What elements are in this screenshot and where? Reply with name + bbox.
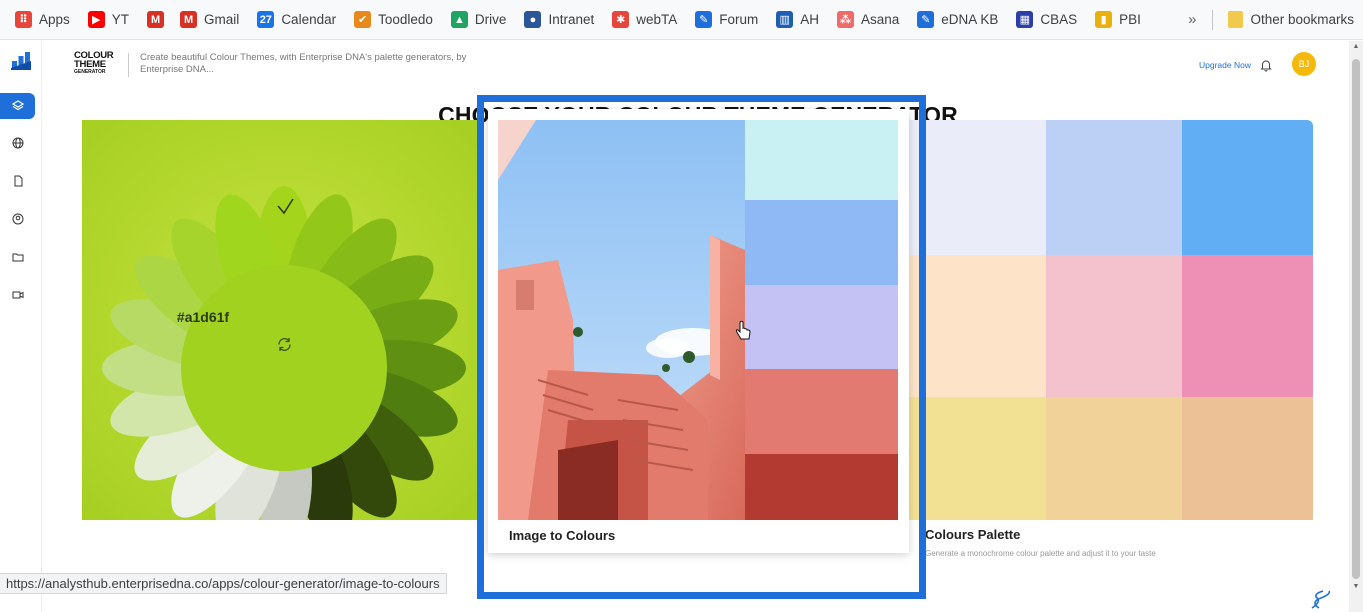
bookmark-edna-kb[interactable]: ✎ eDNA KB bbox=[908, 6, 1007, 34]
bookmark-label: Calendar bbox=[281, 12, 337, 27]
header-divider bbox=[128, 53, 129, 77]
drive-icon: ▲ bbox=[450, 11, 468, 28]
rail-globe-button[interactable] bbox=[0, 130, 35, 156]
palette-cell bbox=[1046, 397, 1182, 520]
logo-line-2: THEME bbox=[74, 58, 106, 70]
bookmark-yt[interactable]: ▶ YT bbox=[79, 6, 138, 34]
bookmark-label: Apps bbox=[39, 12, 70, 27]
palette-cell bbox=[1182, 397, 1313, 520]
bookmarks-separator bbox=[1212, 9, 1214, 30]
bell-icon[interactable] bbox=[1259, 58, 1273, 72]
asana-icon: ⁂ bbox=[837, 11, 855, 28]
scroll-thumb[interactable] bbox=[1352, 59, 1360, 579]
bookmark-label: PBI bbox=[1119, 12, 1141, 27]
bookmark-label: Asana bbox=[861, 12, 900, 27]
bookmark-webta[interactable]: ✱ webTA bbox=[603, 6, 686, 34]
user-avatar[interactable]: BJ bbox=[1292, 52, 1316, 76]
page-scrollbar[interactable]: ▲ ▼ bbox=[1349, 41, 1363, 612]
video-icon bbox=[12, 291, 23, 299]
youtube-icon: ▶ bbox=[87, 11, 105, 28]
globe-icon: ● bbox=[524, 11, 542, 28]
apps-grid-icon: ⠿ bbox=[15, 11, 32, 28]
user-circle-icon bbox=[12, 213, 23, 225]
colours-palette-description: Generate a monochrome colour palette and… bbox=[925, 549, 1156, 558]
bookmark-apps[interactable]: ⠿ Apps bbox=[0, 6, 79, 34]
gmail-icon: M bbox=[180, 11, 198, 28]
scroll-down-arrow-icon[interactable]: ▼ bbox=[1352, 583, 1360, 591]
calendar-icon: 27 bbox=[257, 11, 275, 28]
rail-user-button[interactable] bbox=[0, 206, 35, 232]
pin-icon: ✎ bbox=[917, 11, 935, 28]
bookmark-label: Forum bbox=[719, 12, 759, 27]
folder-icon bbox=[1228, 11, 1244, 28]
bookmark-label: eDNA KB bbox=[941, 12, 999, 27]
rail-document-button[interactable] bbox=[0, 168, 35, 194]
folder-icon bbox=[12, 253, 23, 262]
centre-colour-circle bbox=[181, 265, 387, 471]
bookmark-label: Intranet bbox=[548, 12, 595, 27]
refresh-icon[interactable] bbox=[276, 336, 293, 353]
bookmark-intranet[interactable]: ● Intranet bbox=[515, 6, 603, 34]
other-bookmarks-label: Other bookmarks bbox=[1250, 12, 1354, 27]
enterprise-dna-logo-icon[interactable] bbox=[11, 51, 31, 71]
bookmark-label: webTA bbox=[636, 12, 678, 27]
bookmark-cbas[interactable]: ▦ CBAS bbox=[1007, 6, 1086, 34]
palette-cell bbox=[1182, 120, 1313, 255]
check-icon: ✔ bbox=[354, 11, 372, 28]
status-bar-url: https://analysthub.enterprisedna.co/apps… bbox=[0, 573, 447, 594]
powerbi-icon: ▮ bbox=[1095, 11, 1113, 28]
palette-cell bbox=[1182, 255, 1313, 397]
bookmark-asana[interactable]: ⁂ Asana bbox=[828, 6, 908, 34]
colours-palette-card[interactable] bbox=[900, 120, 1313, 520]
bookmark-label: Gmail bbox=[204, 12, 240, 27]
bookmark-pbi[interactable]: ▮ PBI bbox=[1086, 6, 1150, 34]
bookmarks-bar: ⠿ Apps ▶ YT M M Gmail 27 Calendar ✔ Toodledo ▲ Drive… bbox=[0, 0, 1363, 40]
bookmark-ah[interactable]: ▥ AH bbox=[767, 6, 828, 34]
scroll-up-arrow-icon[interactable]: ▲ bbox=[1352, 43, 1360, 51]
globe-icon bbox=[12, 137, 23, 149]
colour-theme-generator-logo[interactable]: COLOUR THEME GENERATOR bbox=[74, 51, 120, 78]
upgrade-now-link[interactable]: Upgrade Now bbox=[1199, 60, 1251, 70]
gmail-icon: M bbox=[147, 11, 165, 28]
bookmark-label: AH bbox=[800, 12, 820, 27]
palette-cell bbox=[1046, 255, 1182, 397]
bookmark-toodledo[interactable]: ✔ Toodledo bbox=[345, 6, 442, 34]
grid-icon: ▦ bbox=[1016, 11, 1034, 28]
logo-line-3: GENERATOR bbox=[74, 69, 106, 75]
hand-pointer-icon bbox=[735, 320, 751, 340]
rail-folder-button[interactable] bbox=[0, 244, 35, 270]
bookmark-drive[interactable]: ▲ Drive bbox=[442, 6, 516, 34]
bookmark-label: Drive bbox=[474, 12, 507, 27]
bookmark-label: YT bbox=[111, 12, 130, 27]
bookmark-gmail-short[interactable]: M bbox=[138, 6, 171, 34]
dots-icon: ✱ bbox=[612, 11, 630, 28]
dna-helix-icon[interactable] bbox=[1309, 590, 1333, 610]
rail-video-button[interactable] bbox=[0, 282, 35, 308]
bookmarks-overflow-button[interactable]: » bbox=[1178, 11, 1206, 28]
bookmark-label: Toodledo bbox=[378, 12, 433, 27]
current-hex-label: #a1d61f bbox=[176, 309, 230, 325]
header-tagline: Create beautiful Colour Themes, with Ent… bbox=[140, 52, 467, 75]
colours-palette-caption: Colours Palette bbox=[925, 527, 1021, 542]
chart-icon: ▥ bbox=[776, 11, 794, 28]
bookmark-gmail[interactable]: M Gmail bbox=[171, 6, 248, 34]
highlight-frame bbox=[477, 95, 926, 599]
palette-cell bbox=[1046, 120, 1182, 255]
bookmark-calendar[interactable]: 27 Calendar bbox=[248, 6, 345, 34]
bookmark-label: CBAS bbox=[1040, 12, 1078, 27]
pin-icon: ✎ bbox=[695, 11, 713, 28]
document-icon bbox=[14, 175, 22, 187]
bookmark-forum[interactable]: ✎ Forum bbox=[686, 6, 767, 34]
other-bookmarks-folder[interactable]: Other bookmarks bbox=[1219, 6, 1363, 34]
